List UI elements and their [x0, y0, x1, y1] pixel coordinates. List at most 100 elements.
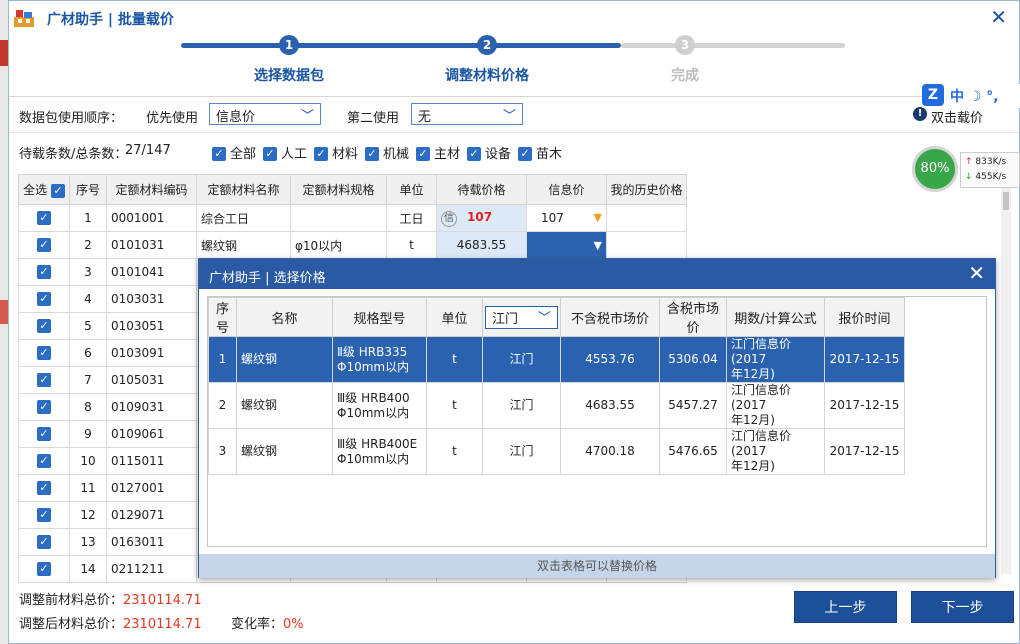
- count-value: 27/147: [125, 143, 171, 158]
- filter-label: 人工: [281, 147, 308, 162]
- table-row[interactable]: 2 螺纹钢 Ⅲ级 HRB400 Φ10mm以内 t 江门 4683.55 5457…: [208, 382, 905, 429]
- row-checkbox[interactable]: ✓: [18, 393, 70, 421]
- close-icon[interactable]: ✕: [968, 261, 985, 285]
- column-header: 待载价格: [436, 174, 527, 205]
- step-2-circle: 2: [477, 35, 497, 55]
- price-unit: t: [426, 382, 483, 429]
- filter-material[interactable]: ✓ 材料: [314, 143, 358, 162]
- prev-button[interactable]: 上一步: [794, 591, 897, 623]
- spec-line: Ⅱ级 HRB335: [337, 344, 408, 359]
- row-number: 8: [69, 393, 107, 421]
- select-all-header[interactable]: 全选 ✓: [18, 174, 70, 205]
- price-spec: Ⅱ级 HRB335 Φ10mm以内: [332, 336, 427, 383]
- material-code: 0001001: [106, 204, 197, 232]
- caret-down-icon: ▼: [593, 211, 602, 224]
- material-name: 综合工日: [196, 204, 291, 232]
- price-incl-tax: 5457.27: [659, 382, 727, 429]
- row-checkbox[interactable]: ✓: [18, 555, 70, 583]
- title-bar: 广材助手 | 批量载价 ✕: [9, 1, 1019, 35]
- filter-machine[interactable]: ✓ 机械: [365, 143, 409, 162]
- price-period: 江门信息价(2017 年12月): [726, 382, 825, 429]
- info-price-dropdown[interactable]: ▼: [526, 231, 607, 259]
- spec-line: Φ10mm以内: [337, 405, 410, 420]
- price-name: 螺纹钢: [236, 428, 333, 475]
- pending-price-cell[interactable]: 信 107: [436, 204, 527, 232]
- material-code: 0105031: [106, 366, 197, 394]
- table-row[interactable]: ✓ 1 0001001 综合工日 工日 信 107 107 ▼: [18, 204, 687, 232]
- filter-label: 主材: [434, 147, 461, 162]
- second-priority-select[interactable]: 无 ﹀: [411, 103, 523, 125]
- price-spec: Ⅲ级 HRB400E Φ10mm以内: [332, 428, 427, 475]
- count-label: 待载条数/总条数：: [19, 147, 128, 162]
- priority-toolbar: 数据包使用顺序： 优先使用 信息价 ﹀ 第二使用 无 ﹀ ! 双击载价: [9, 96, 1019, 132]
- checkbox-checked-icon: ✓: [37, 562, 51, 577]
- city-header[interactable]: 江门 ﹀: [482, 297, 561, 337]
- price-city: 江门: [482, 428, 561, 475]
- row-checkbox[interactable]: ✓: [18, 285, 70, 313]
- filter-equipment[interactable]: ✓ 设备: [467, 143, 511, 162]
- change-rate-value: 0%: [283, 617, 304, 632]
- material-code: 0129071: [106, 501, 197, 529]
- row-checkbox[interactable]: ✓: [18, 420, 70, 448]
- column-header: 期数/计算公式: [726, 297, 825, 337]
- chevron-down-icon: ﹀: [300, 109, 314, 124]
- step-3-label: 完成: [671, 68, 699, 84]
- row-number: 11: [69, 474, 107, 502]
- checkbox-checked-icon: ✓: [212, 146, 226, 161]
- spec-line: Φ10mm以内: [337, 359, 410, 374]
- next-button[interactable]: 下一步: [911, 591, 1014, 623]
- filter-all[interactable]: ✓ 全部: [212, 143, 256, 162]
- city-select[interactable]: 江门 ﹀: [485, 305, 558, 329]
- row-checkbox[interactable]: ✓: [18, 501, 70, 529]
- pending-price[interactable]: 4683.55: [436, 231, 527, 259]
- row-checkbox[interactable]: ✓: [18, 339, 70, 367]
- row-checkbox[interactable]: ✓: [18, 474, 70, 502]
- table-scrollbar[interactable]: [1001, 174, 1011, 574]
- filter-labor[interactable]: ✓ 人工: [263, 143, 307, 162]
- price-table: 序号 名称 规格型号 单位 江门 ﹀ 不含税市场价 含税市场价 期数/计算公式 报…: [208, 297, 905, 475]
- row-checkbox[interactable]: ✓: [18, 231, 70, 259]
- row-checkbox[interactable]: ✓: [18, 204, 70, 232]
- row-number: 9: [69, 420, 107, 448]
- period-line: 江门信息价(2017: [731, 337, 792, 366]
- table-row[interactable]: ✓ 2 0101031 螺纹钢 φ10以内 t 4683.55 ▼: [18, 231, 687, 259]
- filter-label: 苗木: [536, 147, 563, 162]
- checkbox-checked-icon: ✓: [263, 146, 277, 161]
- before-total: 调整前材料总价：2310114.71: [19, 589, 202, 608]
- city-select-value: 江门: [492, 311, 519, 327]
- filter-toolbar: 待载条数/总条数： 27/147 ✓ 全部 ✓ 人工 ✓ 材料 ✓ 机械 ✓ 主材 ✓ 设备…: [9, 132, 1019, 168]
- price-date: 2017-12-15: [824, 382, 905, 429]
- table-row[interactable]: 1 螺纹钢 Ⅱ级 HRB335 Φ10mm以内 t 江门 4553.76 5306…: [208, 336, 905, 383]
- arrow-down-icon: ↓: [965, 172, 973, 182]
- network-monitor[interactable]: 80% ↑ 833K/s ↓ 455K/s: [910, 146, 1020, 196]
- checkbox-checked-icon: ✓: [37, 211, 51, 226]
- first-priority-value: 信息价: [216, 110, 256, 125]
- spec-line: Ⅲ级 HRB400: [337, 390, 410, 405]
- checkbox-checked-icon: ✓: [365, 146, 379, 161]
- price-period: 江门信息价(2017 年12月): [726, 428, 825, 475]
- material-code: 0103031: [106, 285, 197, 313]
- row-checkbox[interactable]: ✓: [18, 447, 70, 475]
- table-row[interactable]: 3 螺纹钢 Ⅲ级 HRB400E Φ10mm以内 t 江门 4700.18 547…: [208, 428, 905, 475]
- filter-main-material[interactable]: ✓ 主材: [416, 143, 460, 162]
- arrow-up-icon: ↑: [965, 157, 973, 167]
- row-checkbox[interactable]: ✓: [18, 366, 70, 394]
- filter-seedling[interactable]: ✓ 苗木: [518, 143, 562, 162]
- filter-label: 全部: [230, 147, 257, 162]
- material-unit: t: [386, 231, 437, 259]
- ime-toolbar[interactable]: Z 中 ☽ °,: [922, 84, 1020, 108]
- background-red-block: [0, 40, 8, 66]
- info-price-cell[interactable]: 107 ▼: [526, 204, 607, 232]
- row-checkbox[interactable]: ✓: [18, 258, 70, 286]
- price-city: 江门: [482, 336, 561, 383]
- first-priority-select[interactable]: 信息价 ﹀: [209, 103, 321, 125]
- info-price: 107: [541, 211, 564, 225]
- row-checkbox[interactable]: ✓: [18, 312, 70, 340]
- column-header: 不含税市场价: [560, 297, 660, 337]
- filter-label: 设备: [485, 147, 512, 162]
- row-number: 12: [69, 501, 107, 529]
- row-checkbox[interactable]: ✓: [18, 528, 70, 556]
- pending-price: 107: [467, 209, 493, 224]
- close-icon[interactable]: ✕: [990, 5, 1007, 29]
- row-number: 4: [69, 285, 107, 313]
